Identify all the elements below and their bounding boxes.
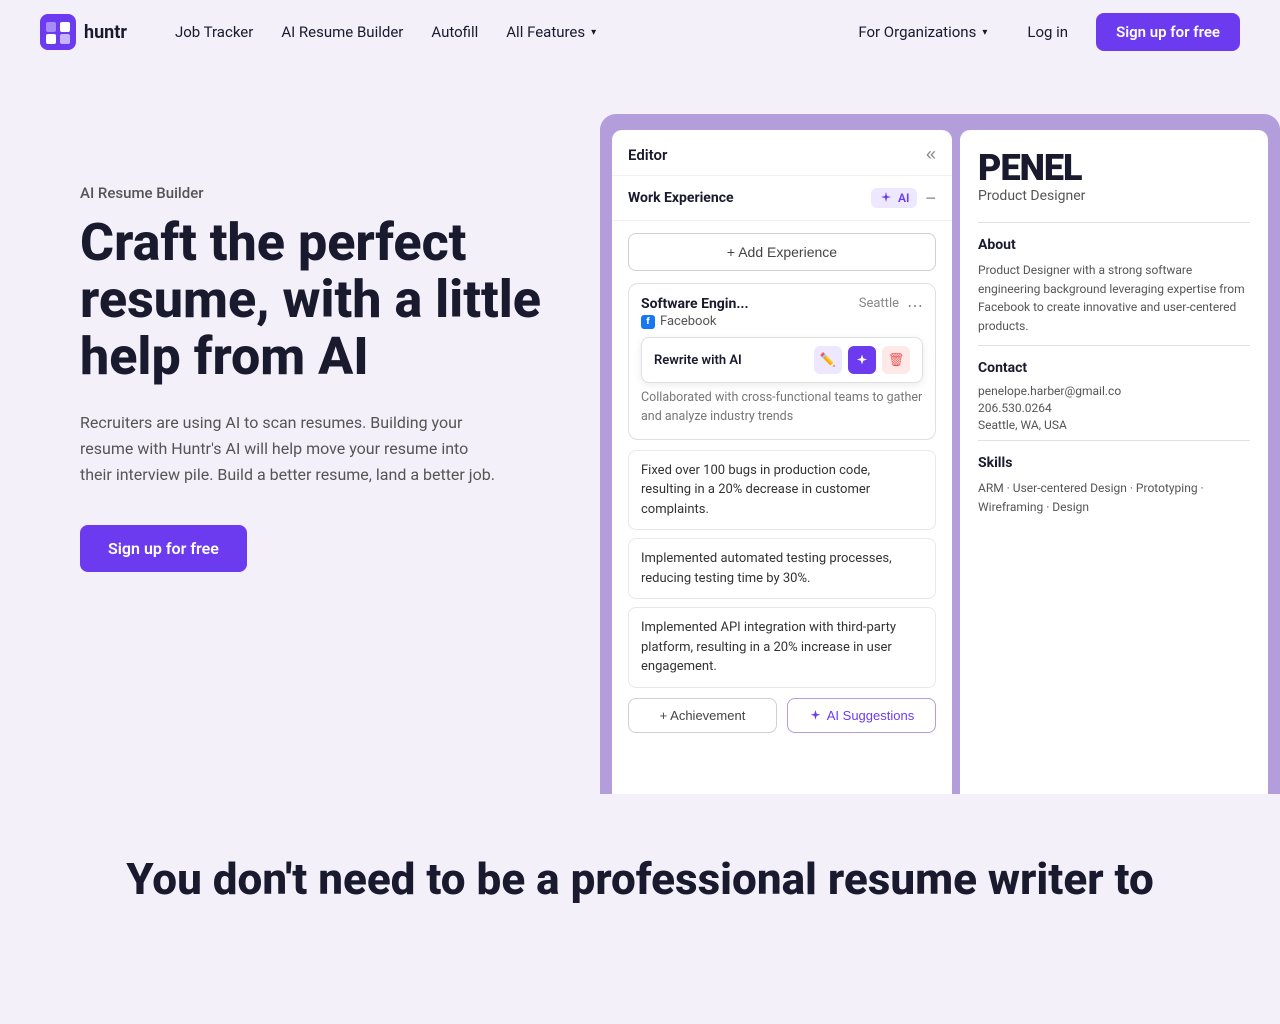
achievement-item: Implemented API integration with third-p… — [628, 607, 936, 688]
logo-text: huntr — [84, 22, 127, 43]
nav-signup-button[interactable]: Sign up for free — [1096, 13, 1240, 51]
editor-collapse-button[interactable]: « — [926, 144, 936, 165]
resume-skills-text: ARM · User-centered Design · Prototyping… — [978, 479, 1250, 516]
experience-title: Software Engin... — [641, 296, 749, 312]
resume-divider — [978, 440, 1250, 441]
experience-bottom-actions: + Achievement AI Suggestions — [628, 698, 936, 733]
hero-title: Craft the perfect resume, with a little … — [80, 214, 560, 386]
collapse-icon: « — [926, 144, 936, 165]
delete-button[interactable]: 🗑 — [882, 346, 910, 374]
chevron-down-icon-org: ▾ — [982, 27, 987, 38]
ui-mockup: Editor « Work Experience AI — [600, 114, 1280, 794]
experience-location: Seattle — [859, 296, 899, 311]
bottom-section: You don't need to be a professional resu… — [0, 794, 1280, 965]
resume-role: Product Designer — [978, 188, 1250, 204]
nav-ai-resume-builder[interactable]: AI Resume Builder — [269, 17, 415, 47]
experience-card-header: Software Engin... f Facebook Seattle ⋯ — [641, 296, 923, 329]
nav-links: Job Tracker AI Resume Builder Autofill A… — [163, 17, 846, 47]
section-title: Work Experience — [628, 190, 734, 206]
editor-panel: Editor « Work Experience AI — [612, 130, 952, 794]
facebook-icon: f — [641, 315, 655, 329]
editor-title: Editor — [628, 146, 667, 164]
nav-login[interactable]: Log in — [1015, 17, 1080, 47]
logo[interactable]: huntr — [40, 14, 127, 50]
experience-description: Collaborated with cross-functional teams… — [641, 389, 923, 427]
nav-job-tracker[interactable]: Job Tracker — [163, 17, 265, 47]
add-experience-button[interactable]: + Add Experience — [628, 233, 936, 271]
ai-rewrite-button[interactable] — [848, 346, 876, 374]
tooltip-actions: ✏️ 🗑 — [814, 346, 910, 374]
section-collapse-button[interactable]: − — [925, 189, 936, 207]
add-achievement-button[interactable]: + Achievement — [628, 698, 777, 733]
resume-contact-title: Contact — [978, 360, 1250, 376]
hero-description: Recruiters are using AI to scan resumes.… — [80, 410, 500, 489]
resume-preview-panel: PENEL Product Designer About Product Des… — [960, 130, 1268, 794]
rewrite-tooltip: Rewrite with AI ✏️ 🗑 — [641, 337, 923, 383]
achievement-item: Implemented automated testing processes,… — [628, 538, 936, 599]
ai-badge: AI — [871, 188, 917, 208]
resume-about-text: Product Designer with a strong software … — [978, 261, 1250, 335]
edit-button[interactable]: ✏️ — [814, 346, 842, 374]
ai-suggestions-button[interactable]: AI Suggestions — [787, 698, 936, 733]
resume-skills-title: Skills — [978, 455, 1250, 471]
nav-right: For Organizations ▾ Log in Sign up for f… — [846, 13, 1240, 51]
chevron-down-icon: ▾ — [591, 27, 596, 38]
hero-cta-button[interactable]: Sign up for free — [80, 525, 247, 572]
editor-header: Editor « — [612, 130, 952, 176]
resume-divider — [978, 222, 1250, 223]
hero-left: AI Resume Builder Craft the perfect resu… — [80, 124, 560, 572]
section-actions: AI − — [871, 188, 936, 208]
resume-contact-phone: 206.530.0264 — [978, 401, 1250, 415]
bottom-title: You don't need to be a professional resu… — [80, 854, 1200, 905]
experience-card: Software Engin... f Facebook Seattle ⋯ — [628, 283, 936, 440]
nav-for-organizations[interactable]: For Organizations ▾ — [846, 17, 999, 47]
experience-company: f Facebook — [641, 314, 749, 329]
experience-more-button[interactable]: ⋯ — [907, 296, 923, 316]
hero-section: AI Resume Builder Craft the perfect resu… — [0, 64, 1280, 794]
resume-contact-location: Seattle, WA, USA — [978, 418, 1250, 432]
resume-contact-email: penelope.harber@gmail.co — [978, 384, 1250, 398]
nav-all-features[interactable]: All Features ▾ — [494, 17, 608, 47]
section-header: Work Experience AI − — [612, 176, 952, 221]
resume-divider — [978, 345, 1250, 346]
hero-right: Editor « Work Experience AI — [600, 114, 1280, 794]
nav-autofill[interactable]: Autofill — [419, 17, 490, 47]
experience-info: Software Engin... f Facebook — [641, 296, 749, 329]
navbar: huntr Job Tracker AI Resume Builder Auto… — [0, 0, 1280, 64]
hero-subtitle: AI Resume Builder — [80, 184, 560, 202]
resume-about-title: About — [978, 237, 1250, 253]
achievement-item: Fixed over 100 bugs in production code, … — [628, 450, 936, 531]
resume-name: PENEL — [978, 150, 1250, 186]
